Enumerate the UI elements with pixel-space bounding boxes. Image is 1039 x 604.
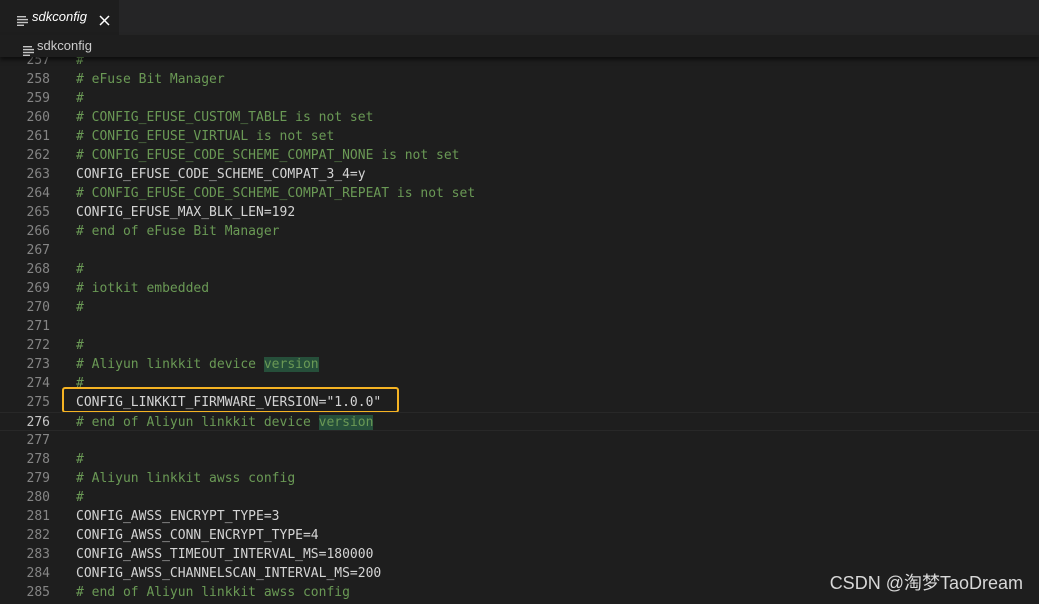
code-line[interactable]: 283 CONFIG_AWSS_TIMEOUT_INTERVAL_MS=18000… — [0, 545, 1039, 564]
comment-text: # Aliyun linkkit awss config — [76, 471, 296, 486]
code-line[interactable]: 272 # — [0, 336, 1039, 355]
line-number: 259 — [26, 91, 50, 106]
code-line[interactable]: 261 # CONFIG_EFUSE_VIRTUAL is not set — [0, 127, 1039, 146]
comment-text: # CONFIG_EFUSE_CODE_SCHEME_COMPAT_REPEAT… — [76, 186, 476, 201]
line-number: 258 — [26, 72, 50, 87]
comment-text: # CONFIG_EFUSE_VIRTUAL is not set — [76, 129, 335, 144]
lines-file-icon — [17, 11, 28, 30]
config-text: CONFIG_EFUSE_CODE_SCHEME_COMPAT_3_4=y — [76, 167, 366, 182]
comment-text: # — [76, 452, 84, 467]
comment-text: # — [76, 262, 84, 277]
line-number: 276 — [26, 415, 50, 430]
tab-sdkconfig[interactable]: sdkconfig — [0, 0, 119, 35]
code-line[interactable]: 280 # — [0, 488, 1039, 507]
code-line[interactable]: 275 CONFIG_LINKKIT_FIRMWARE_VERSION="1.0.… — [0, 393, 1039, 412]
line-number: 284 — [26, 566, 50, 581]
code-line[interactable]: 258 # eFuse Bit Manager — [0, 70, 1039, 89]
code-line[interactable]: 273 # Aliyun linkkit device version — [0, 355, 1039, 374]
line-number: 280 — [26, 490, 50, 505]
code-line[interactable]: 276 # end of Aliyun linkkit device versio… — [0, 412, 1039, 431]
line-number: 271 — [26, 319, 50, 334]
line-number: 265 — [26, 205, 50, 220]
code-line[interactable]: 265 CONFIG_EFUSE_MAX_BLK_LEN=192 — [0, 203, 1039, 222]
line-number: 268 — [26, 262, 50, 277]
line-number: 279 — [26, 471, 50, 486]
code-line[interactable]: 268 # — [0, 260, 1039, 279]
code-line[interactable]: 267 — [0, 241, 1039, 260]
code-line[interactable]: 260 # CONFIG_EFUSE_CUSTOM_TABLE is not se… — [0, 108, 1039, 127]
line-number: 283 — [26, 547, 50, 562]
code-line[interactable]: 263 CONFIG_EFUSE_CODE_SCHEME_COMPAT_3_4=y — [0, 165, 1039, 184]
breadcrumb: sdkconfig — [0, 35, 1039, 57]
tab-label: sdkconfig — [32, 9, 87, 24]
search-match-highlight: version — [318, 415, 374, 430]
code-line[interactable]: 277 — [0, 431, 1039, 450]
line-number: 277 — [26, 433, 50, 448]
line-number: 264 — [26, 186, 50, 201]
line-number: 261 — [26, 129, 50, 144]
comment-text: # CONFIG_EFUSE_CODE_SCHEME_COMPAT_NONE i… — [76, 148, 460, 163]
code-editor[interactable]: 257 #258 # eFuse Bit Manager 259 #260 # CONFI… — [0, 50, 1039, 604]
line-number: 266 — [26, 224, 50, 239]
search-match-highlight: version — [263, 357, 319, 372]
line-number: 269 — [26, 281, 50, 296]
comment-text: # CONFIG_EFUSE_CUSTOM_TABLE is not set — [76, 110, 374, 125]
comment-text: # — [76, 376, 84, 391]
code-line[interactable]: 278 # — [0, 450, 1039, 469]
lines-file-icon — [23, 41, 34, 60]
code-line[interactable]: 270 # — [0, 298, 1039, 317]
code-line[interactable]: 279 # Aliyun linkkit awss config — [0, 469, 1039, 488]
breadcrumb-item-sdkconfig[interactable]: sdkconfig — [37, 38, 92, 53]
config-text: CONFIG_EFUSE_MAX_BLK_LEN=192 — [76, 205, 296, 220]
code-line[interactable]: 271 — [0, 317, 1039, 336]
tab-bar: sdkconfig — [0, 0, 1039, 35]
close-icon[interactable] — [99, 11, 110, 30]
line-number: 282 — [26, 528, 50, 543]
line-number: 263 — [26, 167, 50, 182]
line-number: 273 — [26, 357, 50, 372]
code-line[interactable]: 281 CONFIG_AWSS_ENCRYPT_TYPE=3 — [0, 507, 1039, 526]
line-number: 262 — [26, 148, 50, 163]
line-number: 278 — [26, 452, 50, 467]
comment-text: # Aliyun linkkit device version — [76, 357, 319, 372]
comment-text: # end of Aliyun linkkit awss config — [76, 585, 350, 600]
code-line[interactable]: 264 # CONFIG_EFUSE_CODE_SCHEME_COMPAT_REP… — [0, 184, 1039, 203]
comment-text: # iotkit embedded — [76, 281, 210, 296]
comment-text: # — [76, 91, 84, 106]
line-number: 272 — [26, 338, 50, 353]
code-line[interactable]: 266 # end of eFuse Bit Manager — [0, 222, 1039, 241]
line-number: 260 — [26, 110, 50, 125]
line-number: 275 — [26, 395, 50, 410]
comment-text: # — [76, 490, 84, 505]
comment-text: # eFuse Bit Manager — [76, 72, 225, 87]
config-text: CONFIG_AWSS_ENCRYPT_TYPE=3 — [76, 509, 280, 524]
config-text: CONFIG_AWSS_CHANNELSCAN_INTERVAL_MS=200 — [76, 566, 382, 581]
config-text: CONFIG_AWSS_CONN_ENCRYPT_TYPE=4 — [76, 528, 319, 543]
code-line[interactable]: 269 # iotkit embedded — [0, 279, 1039, 298]
comment-text: # — [76, 338, 84, 353]
comment-text: # — [76, 300, 84, 315]
comment-text: # end of eFuse Bit Manager — [76, 224, 280, 239]
code-line[interactable]: 282 CONFIG_AWSS_CONN_ENCRYPT_TYPE=4 — [0, 526, 1039, 545]
line-number: 274 — [26, 376, 50, 391]
comment-text: # end of Aliyun linkkit device version — [76, 415, 374, 430]
config-text: CONFIG_AWSS_TIMEOUT_INTERVAL_MS=180000 — [76, 547, 374, 562]
config-text: CONFIG_LINKKIT_FIRMWARE_VERSION="1.0.0" — [76, 395, 382, 410]
line-number: 285 — [26, 585, 50, 600]
code-line[interactable]: 262 # CONFIG_EFUSE_CODE_SCHEME_COMPAT_NON… — [0, 146, 1039, 165]
line-number: 270 — [26, 300, 50, 315]
code-line[interactable]: 274 # — [0, 374, 1039, 393]
line-number: 267 — [26, 243, 50, 258]
watermark: CSDN @淘梦TaoDream — [829, 573, 1023, 593]
line-number: 281 — [26, 509, 50, 524]
code-line[interactable]: 259 # — [0, 89, 1039, 108]
